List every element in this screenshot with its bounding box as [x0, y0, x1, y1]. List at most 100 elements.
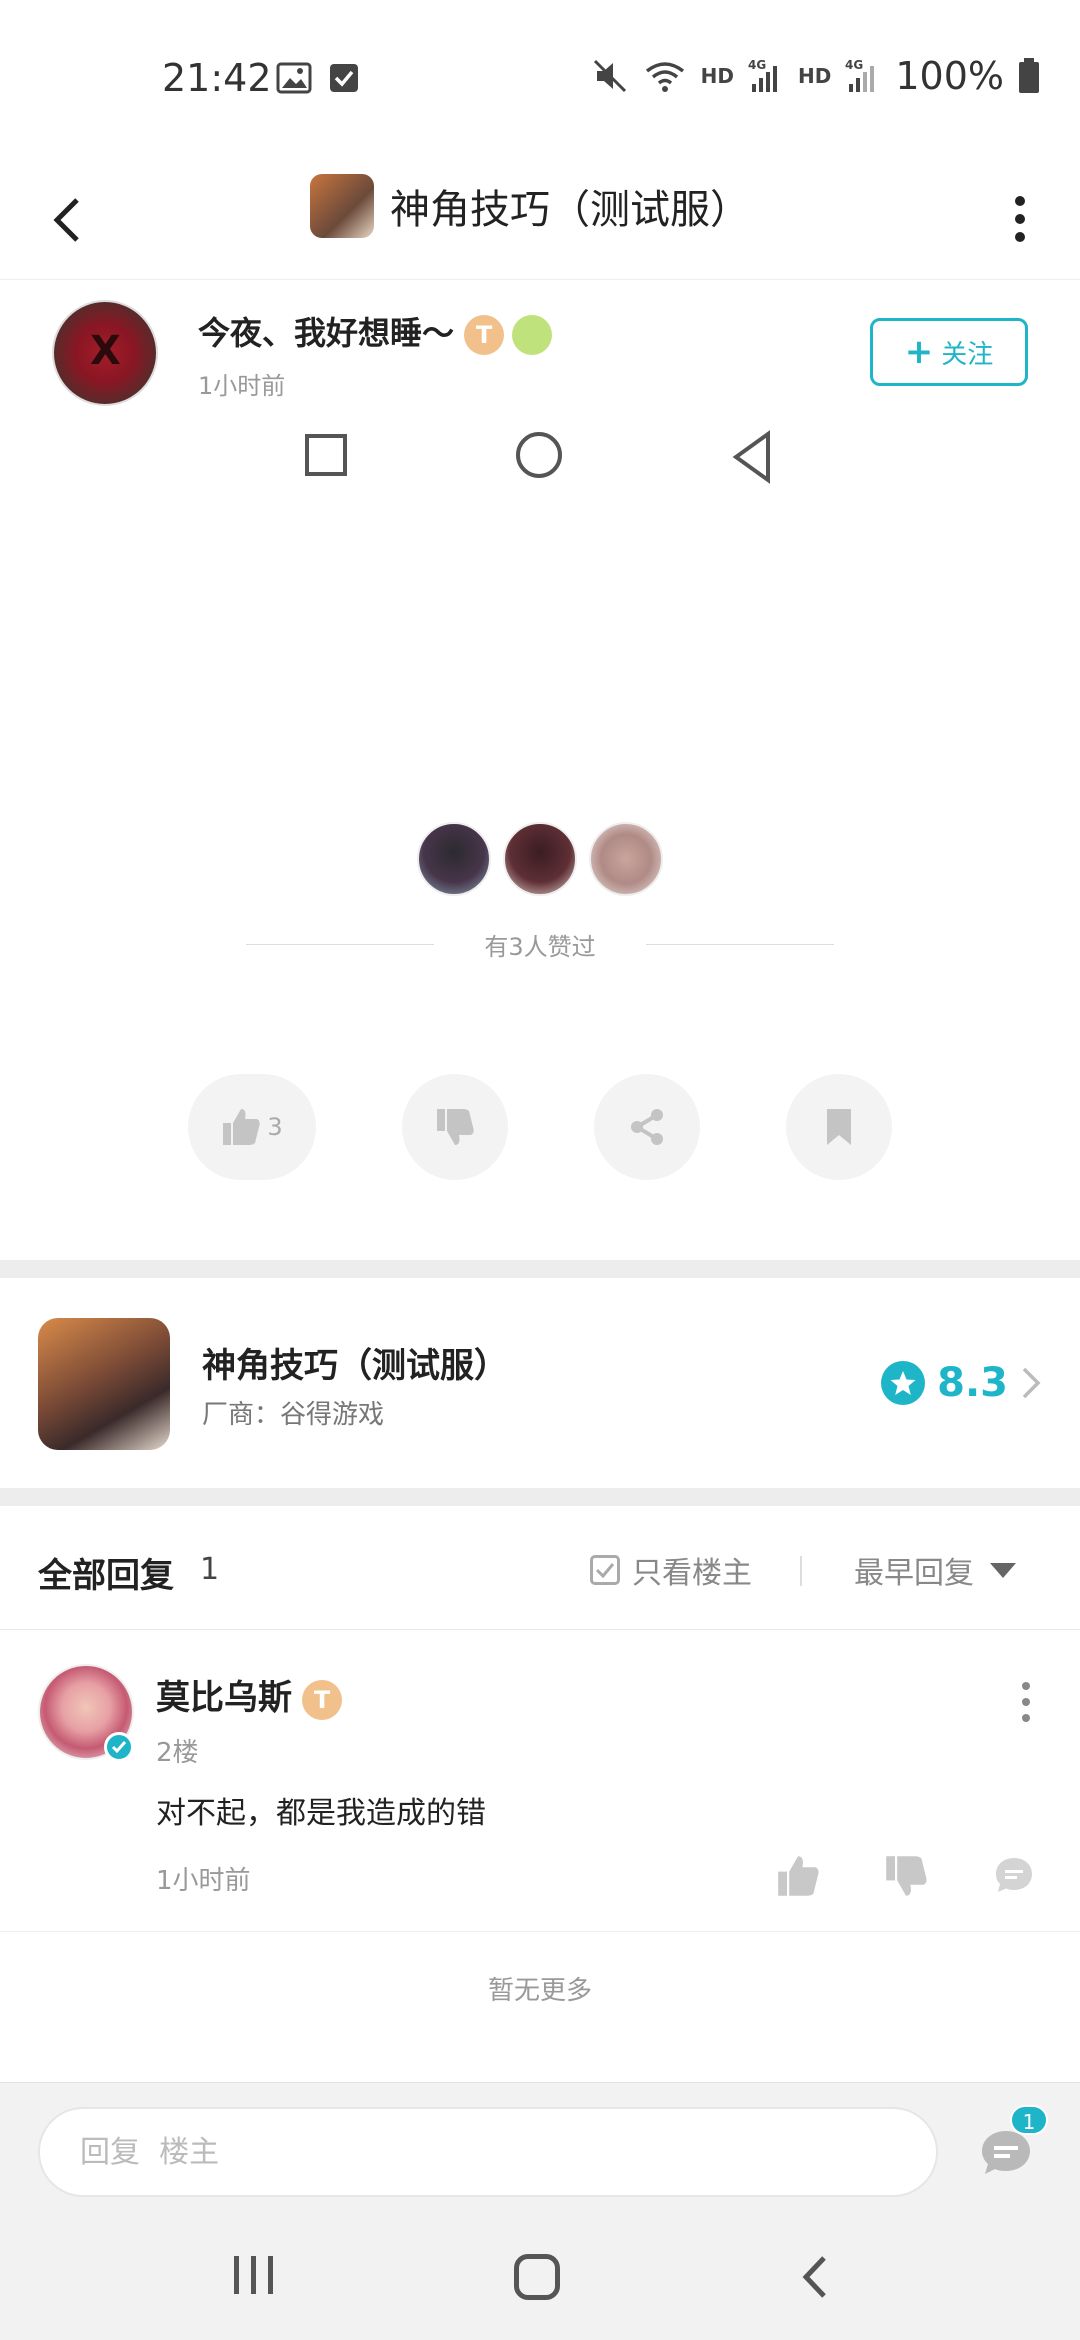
sort-dropdown[interactable]: 最早回复 [854, 1548, 1016, 1592]
likers-avatars[interactable] [0, 822, 1080, 896]
dot-icon [1015, 196, 1025, 206]
game-icon [38, 1318, 170, 1450]
circle-icon [516, 432, 562, 478]
verified-icon [104, 1732, 134, 1762]
comment-icon[interactable] [992, 1854, 1036, 1898]
post-author-row: 今夜、我好想睡～T 1小时前 + 关注 [0, 290, 1080, 430]
content-nav-shapes [0, 428, 1080, 498]
author-avatar[interactable] [52, 300, 158, 406]
divider-line [246, 943, 435, 945]
reply-more-button[interactable] [1016, 1672, 1036, 1732]
follow-label: 关注 [941, 339, 994, 370]
game-thumbnail [310, 174, 374, 238]
bar-icon [268, 2256, 273, 2294]
liker-avatar [417, 822, 491, 896]
dot-icon [1015, 214, 1025, 224]
network-label-1: HD [700, 64, 735, 88]
author-name-text: 今夜、我好想睡～ [198, 314, 455, 352]
system-back-icon[interactable] [800, 2252, 830, 2302]
signal-4g-icon: 4G [845, 58, 875, 92]
section-divider [0, 1260, 1080, 1278]
emoji-badge-icon [512, 315, 553, 355]
image-icon [276, 62, 312, 94]
game-rating: 8.3 [881, 1360, 1042, 1406]
level-badge: T [464, 315, 505, 355]
checkbox-icon [590, 1555, 620, 1585]
replier-name[interactable]: 莫比乌斯 T [156, 1670, 342, 1720]
author-name[interactable]: 今夜、我好想睡～ T [198, 308, 553, 355]
reply-floor: 2楼 [156, 1738, 199, 1768]
more-options-button[interactable] [1000, 184, 1040, 254]
like-button[interactable]: 3 [188, 1074, 316, 1180]
level-badge: T [302, 1679, 342, 1720]
section-divider [0, 1488, 1080, 1506]
likers-text: 有3人赞过 [484, 932, 596, 961]
thumbs-down-icon[interactable] [884, 1854, 928, 1898]
chevron-right-icon [1022, 1367, 1041, 1399]
star-icon [881, 1361, 926, 1405]
dot-icon [1022, 1698, 1030, 1706]
triangle-back-icon [732, 430, 770, 484]
liker-avatar [503, 822, 577, 896]
check-icon [595, 1563, 615, 1579]
game-vendor: 厂商：谷得游戏 [202, 1400, 385, 1430]
bookmark-button[interactable] [786, 1074, 892, 1180]
caret-down-icon [990, 1562, 1016, 1578]
reply-time: 1小时前 [156, 1866, 251, 1896]
recent-apps-button[interactable] [234, 2256, 273, 2294]
system-nav-bar [0, 2218, 1080, 2340]
comments-badge: 1 [1010, 2105, 1048, 2135]
check-square-icon [330, 64, 358, 92]
reply-input[interactable] [38, 2107, 938, 2197]
reply-item: 莫比乌斯 T 2楼 对不起，都是我造成的错 1小时前 [0, 1632, 1080, 1932]
likers-summary: 有3人赞过 [246, 924, 834, 964]
op-only-label: 只看楼主 [632, 1556, 752, 1591]
dislike-button[interactable] [402, 1074, 508, 1180]
thumbs-up-icon[interactable] [776, 1854, 820, 1898]
game-title: 神角技巧（测试服） [202, 1346, 508, 1386]
home-button[interactable] [514, 2254, 560, 2300]
arrow-back-icon [53, 198, 79, 242]
check-icon [111, 1741, 127, 1754]
battery-icon [1019, 58, 1039, 93]
status-time: 21:42 [162, 56, 272, 100]
replies-header: 全部回复 1 只看楼主 最早回复 [0, 1508, 1080, 1630]
dot-icon [1015, 232, 1025, 242]
sort-label: 最早回复 [854, 1556, 974, 1591]
op-only-filter[interactable]: 只看楼主 [590, 1548, 752, 1592]
square-icon [305, 434, 347, 476]
status-bar: 21:42 HD 4G HD 4G 100% [0, 0, 1080, 160]
bookmark-icon [827, 1109, 851, 1145]
share-button[interactable] [594, 1074, 700, 1180]
battery-percent: 100% [895, 54, 1004, 98]
back-button[interactable] [36, 186, 96, 254]
follow-button[interactable]: + 关注 [870, 318, 1028, 386]
game-card[interactable]: 神角技巧（测试服） 厂商：谷得游戏 8.3 [0, 1278, 1080, 1488]
like-count: 3 [267, 1113, 283, 1141]
thumbs-up-icon [223, 1109, 261, 1145]
bar-icon [234, 2256, 239, 2294]
svg-text:4G: 4G [845, 58, 863, 72]
wifi-icon [645, 62, 684, 92]
dot-icon [1022, 1682, 1030, 1690]
replies-count: 1 [200, 1552, 220, 1587]
svg-text:4G: 4G [748, 58, 766, 72]
thumbs-down-icon [437, 1109, 474, 1145]
app-header: 神角技巧（测试服） [0, 160, 1080, 280]
reply-text: 对不起，都是我造成的错 [156, 1796, 486, 1831]
reply-bar: 1 [0, 2082, 1080, 2218]
plus-icon: + [904, 332, 934, 372]
mute-icon [593, 59, 626, 93]
no-more-text: 暂无更多 [487, 1976, 592, 2006]
divider-line [645, 943, 834, 945]
post-actions: 3 [0, 1074, 1080, 1180]
reply-actions [776, 1854, 1036, 1898]
header-title-group: 神角技巧（测试服） [310, 174, 750, 238]
star-shape-icon [890, 1371, 916, 1395]
replier-name-text: 莫比乌斯 [156, 1678, 292, 1718]
liker-avatar [589, 822, 663, 896]
post-time: 1小时前 [198, 372, 286, 400]
rating-value: 8.3 [937, 1360, 1008, 1406]
share-icon [631, 1109, 663, 1145]
signal-4g-icon: 4G [748, 58, 778, 92]
